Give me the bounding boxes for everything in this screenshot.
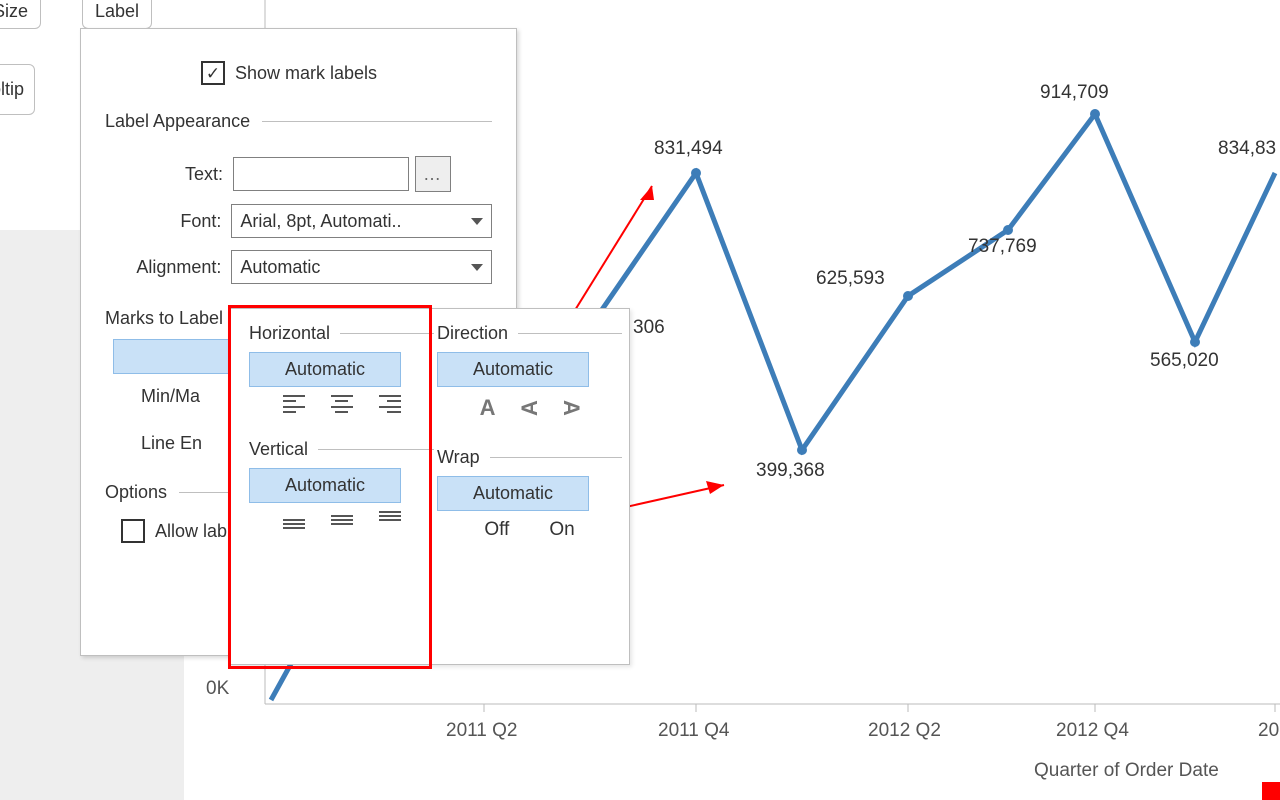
direction-heading: Direction — [437, 323, 508, 344]
align-right-icon[interactable] — [379, 395, 401, 413]
mark-label: 831,494 — [654, 138, 723, 160]
text-input[interactable] — [233, 157, 409, 191]
size-button[interactable]: Size — [0, 0, 41, 29]
show-mark-labels-label: Show mark labels — [235, 63, 377, 84]
direction-normal-icon[interactable]: A — [480, 395, 496, 421]
wrap-automatic-button[interactable]: Automatic — [437, 476, 589, 511]
tooltip-button[interactable]: oltip — [0, 64, 35, 115]
mark-label: 625,593 — [816, 268, 885, 290]
label-appearance-heading: Label Appearance — [105, 111, 250, 132]
wrap-heading: Wrap — [437, 447, 480, 468]
alignment-select[interactable]: Automatic — [231, 250, 492, 284]
align-center-icon[interactable] — [331, 395, 353, 413]
mark-label: 737,769 — [968, 236, 1037, 258]
allow-overlap-checkbox[interactable] — [121, 519, 145, 543]
mark-label: 914,709 — [1040, 82, 1109, 104]
label-button[interactable]: Label — [82, 0, 152, 29]
mark-label: 565,020 — [1150, 350, 1219, 372]
wrap-on-button[interactable]: On — [549, 519, 574, 541]
font-label: Font: — [105, 211, 221, 232]
x-axis-tick: 2011 Q2 — [446, 720, 517, 742]
chevron-down-icon — [471, 218, 483, 225]
alignment-label: Alignment: — [105, 257, 221, 278]
align-top-icon[interactable] — [379, 511, 401, 529]
x-axis-tick: 2012 Q2 — [868, 720, 941, 742]
align-middle-icon[interactable] — [331, 511, 353, 529]
direction-down-icon[interactable]: A — [558, 400, 584, 416]
vertical-automatic-button[interactable]: Automatic — [249, 468, 401, 503]
viz-canvas: 306 831,494 399,368 625,593 737,769 914,… — [0, 0, 1280, 800]
align-left-icon[interactable] — [283, 395, 305, 413]
mark-label: 306 — [633, 317, 665, 339]
y-axis-tick: 0K — [206, 678, 229, 700]
horizontal-heading: Horizontal — [249, 323, 330, 344]
chevron-down-icon — [471, 264, 483, 271]
text-edit-button[interactable]: … — [415, 156, 451, 192]
align-bottom-icon[interactable] — [283, 511, 305, 529]
mark-label: 399,368 — [756, 460, 825, 482]
x-axis-tick: 20 — [1258, 720, 1279, 742]
options-heading: Options — [105, 482, 167, 503]
vertical-heading: Vertical — [249, 439, 308, 460]
direction-automatic-button[interactable]: Automatic — [437, 352, 589, 387]
wrap-off-button[interactable]: Off — [484, 519, 509, 541]
allow-overlap-label: Allow lab — [155, 521, 227, 542]
x-axis-title: Quarter of Order Date — [1034, 760, 1219, 782]
font-select[interactable]: Arial, 8pt, Automati.. — [231, 204, 492, 238]
text-label: Text: — [105, 164, 223, 185]
show-mark-labels-checkbox[interactable] — [201, 61, 225, 85]
x-axis-tick: 2011 Q4 — [658, 720, 729, 742]
alignment-panel: Horizontal Automatic Vertical Automatic … — [228, 308, 630, 665]
red-corner — [1262, 782, 1280, 800]
horizontal-automatic-button[interactable]: Automatic — [249, 352, 401, 387]
x-axis-tick: 2012 Q4 — [1056, 720, 1129, 742]
marks-to-label-heading: Marks to Label — [105, 308, 223, 329]
marks-minmax-button[interactable]: Min/Ma — [141, 386, 200, 406]
mark-label: 834,83 — [1218, 138, 1276, 160]
direction-up-icon[interactable]: A — [516, 400, 542, 416]
marks-lineend-button[interactable]: Line En — [141, 433, 202, 453]
